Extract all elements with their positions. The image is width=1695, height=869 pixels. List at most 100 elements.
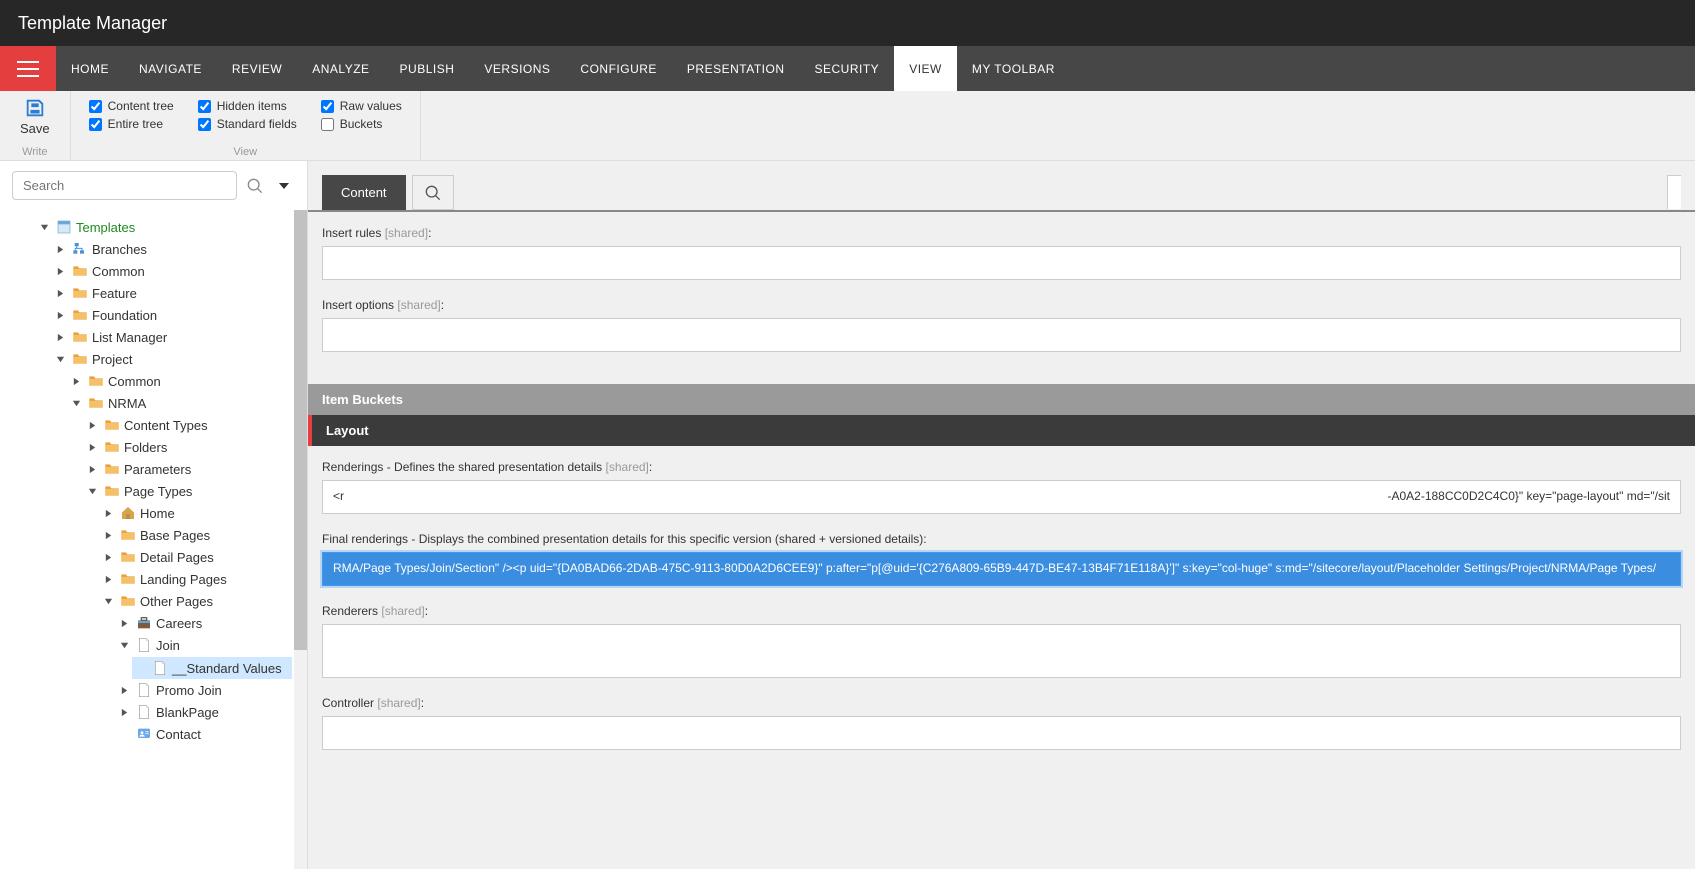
search-input[interactable] (12, 171, 237, 200)
expand-icon[interactable] (56, 267, 68, 276)
collapse-icon[interactable] (104, 597, 116, 606)
tree-node-feature[interactable]: Feature (0, 282, 307, 304)
tree-node-common[interactable]: Common (0, 260, 307, 282)
tree-label: Common (92, 264, 145, 279)
ribbon-group-write: Save Write (0, 91, 71, 160)
check-raw-values[interactable]: Raw values (321, 99, 402, 113)
tree-node-join[interactable]: Join (0, 634, 307, 656)
menu-my-toolbar[interactable]: MY TOOLBAR (957, 46, 1070, 91)
tree-label: NRMA (108, 396, 146, 411)
tree-node-foundation[interactable]: Foundation (0, 304, 307, 326)
expand-icon[interactable] (88, 443, 100, 452)
collapse-icon[interactable] (56, 355, 68, 364)
menu-presentation[interactable]: PRESENTATION (672, 46, 800, 91)
menu-review[interactable]: REVIEW (217, 46, 297, 91)
tree-node-parameters[interactable]: Parameters (0, 458, 307, 480)
check-entire-tree[interactable]: Entire tree (89, 117, 174, 131)
collapse-icon[interactable] (88, 487, 100, 496)
expand-icon[interactable] (104, 531, 116, 540)
input-renderers[interactable] (322, 624, 1681, 678)
tree-node-folders[interactable]: Folders (0, 436, 307, 458)
folder-icon (72, 351, 88, 367)
briefcase-icon (136, 615, 152, 631)
tree-node-landing-pages[interactable]: Landing Pages (0, 568, 307, 590)
tab-search[interactable] (412, 175, 454, 210)
expand-icon[interactable] (120, 619, 132, 628)
tree-label: List Manager (92, 330, 167, 345)
save-button[interactable]: Save (12, 97, 58, 136)
folder-icon (104, 461, 120, 477)
tab-right-edge[interactable] (1667, 175, 1681, 209)
section-item-buckets[interactable]: Item Buckets (308, 384, 1695, 415)
label-insert-rules: Insert rules [shared]: (322, 226, 1681, 240)
input-controller[interactable] (322, 716, 1681, 750)
expand-icon[interactable] (56, 333, 68, 342)
tree-node-detail-pages[interactable]: Detail Pages (0, 546, 307, 568)
input-final-renderings[interactable]: RMA/Page Types/Join/Section" /><p uid="{… (322, 552, 1681, 586)
expand-icon[interactable] (56, 289, 68, 298)
collapse-icon[interactable] (40, 223, 52, 232)
menu-view[interactable]: VIEW (894, 46, 957, 91)
search-icon[interactable] (247, 178, 263, 194)
tree-label: __Standard Values (172, 661, 282, 676)
folder-icon (120, 571, 136, 587)
tree-node-other-pages[interactable]: Other Pages (0, 590, 307, 612)
tree-node-home[interactable]: Home (0, 502, 307, 524)
expand-icon[interactable] (88, 465, 100, 474)
label-renderings: Renderings - Defines the shared presenta… (322, 460, 1681, 474)
check-standard-fields[interactable]: Standard fields (198, 117, 297, 131)
input-insert-options[interactable] (322, 318, 1681, 352)
input-insert-rules[interactable] (322, 246, 1681, 280)
expand-icon[interactable] (72, 377, 84, 386)
menu-navigate[interactable]: NAVIGATE (124, 46, 217, 91)
ribbon-label-view: View (233, 146, 257, 158)
hamburger-button[interactable] (0, 46, 56, 91)
tree-label: Base Pages (140, 528, 210, 543)
ribbon: Save Write Content tree Entire tree Hidd… (0, 91, 1695, 161)
tree-label: Promo Join (156, 683, 222, 698)
tree-node-standard-values[interactable]: __Standard Values (132, 657, 292, 679)
tab-content[interactable]: Content (322, 175, 406, 210)
check-hidden-items[interactable]: Hidden items (198, 99, 297, 113)
menu-analyze[interactable]: ANALYZE (297, 46, 384, 91)
expand-icon[interactable] (104, 509, 116, 518)
expand-icon[interactable] (56, 245, 68, 254)
expand-icon[interactable] (120, 686, 132, 695)
section-layout[interactable]: Layout (308, 415, 1695, 446)
folder-icon (88, 373, 104, 389)
expand-icon[interactable] (104, 553, 116, 562)
tree-node-root[interactable]: Templates (0, 216, 307, 238)
tree-label: Branches (92, 242, 147, 257)
search-dropdown-caret[interactable] (273, 183, 295, 189)
tree-node-nrma[interactable]: NRMA (0, 392, 307, 414)
tree-node-content-types[interactable]: Content Types (0, 414, 307, 436)
tree-node-blankpage[interactable]: BlankPage (0, 701, 307, 723)
tree-node-branches[interactable]: Branches (0, 238, 307, 260)
menu-publish[interactable]: PUBLISH (385, 46, 470, 91)
menu-configure[interactable]: CONFIGURE (565, 46, 672, 91)
input-renderings[interactable]: <r -A0A2-188CC0D2C4C0}" key="page-layout… (322, 480, 1681, 514)
tree-node-contact[interactable]: Contact (0, 723, 307, 745)
tree-node-promo-join[interactable]: Promo Join (0, 679, 307, 701)
tree-label: Feature (92, 286, 137, 301)
check-buckets[interactable]: Buckets (321, 117, 402, 131)
menu-versions[interactable]: VERSIONS (469, 46, 565, 91)
tree-node-page-types[interactable]: Page Types (0, 480, 307, 502)
expand-icon[interactable] (120, 708, 132, 717)
check-content-tree[interactable]: Content tree (89, 99, 174, 113)
tree-scrollbar[interactable] (294, 210, 307, 869)
folder-icon (120, 549, 136, 565)
tree-node-list-manager[interactable]: List Manager (0, 326, 307, 348)
expand-icon[interactable] (56, 311, 68, 320)
tree-node-careers[interactable]: Careers (0, 612, 307, 634)
expand-icon[interactable] (88, 421, 100, 430)
menu-security[interactable]: SECURITY (800, 46, 895, 91)
tree-node-project-common[interactable]: Common (0, 370, 307, 392)
expand-icon[interactable] (104, 575, 116, 584)
collapse-icon[interactable] (72, 399, 84, 408)
collapse-icon[interactable] (120, 641, 132, 650)
menu-home[interactable]: HOME (56, 46, 124, 91)
tree-node-project[interactable]: Project (0, 348, 307, 370)
tree-node-base-pages[interactable]: Base Pages (0, 524, 307, 546)
tree-label: Contact (156, 727, 201, 742)
